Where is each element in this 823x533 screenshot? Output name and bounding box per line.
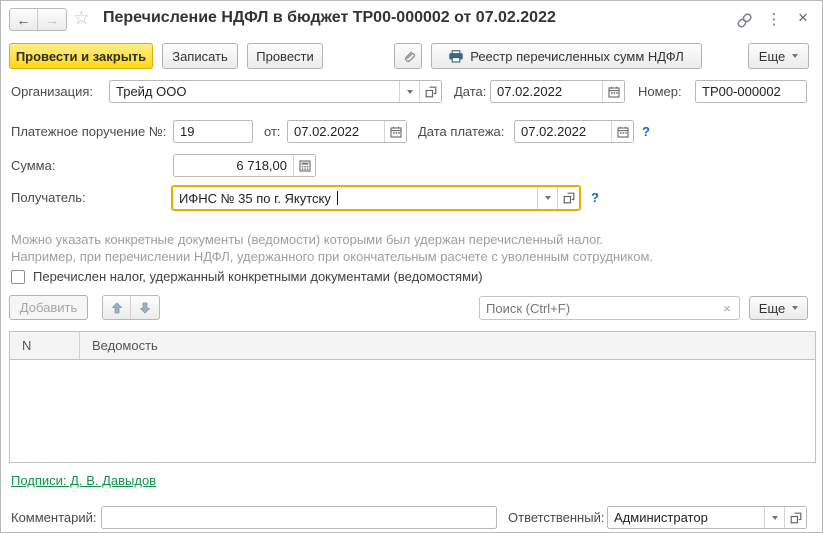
- list-more-label: Еще: [758, 300, 786, 316]
- payment-order-label: Платежное поручение №:: [11, 124, 167, 139]
- write-label: Записать: [172, 48, 228, 64]
- payment-date-calendar-button[interactable]: [611, 121, 633, 142]
- calendar-icon: [607, 86, 620, 98]
- organization-combo[interactable]: Трейд ООО: [109, 80, 442, 103]
- payment-order-date-calendar-button[interactable]: [384, 121, 406, 142]
- payment-order-date-field[interactable]: 07.02.2022: [287, 120, 407, 143]
- recipient-dropdown-button[interactable]: [537, 187, 557, 209]
- responsible-open-button[interactable]: [784, 507, 806, 528]
- register-report-label: Реестр перечисленных сумм НДФЛ: [470, 48, 684, 64]
- chevron-down-icon: [792, 54, 799, 58]
- comment-input[interactable]: [101, 506, 497, 529]
- printer-icon: [449, 49, 463, 63]
- register-report-button[interactable]: Реестр перечисленных сумм НДФЛ: [431, 43, 702, 69]
- responsible-combo[interactable]: Администратор: [607, 506, 807, 529]
- sum-field[interactable]: 6 718,00: [173, 154, 316, 177]
- date-value: 07.02.2022: [497, 84, 563, 99]
- move-row-group: [102, 295, 160, 320]
- table-header-row: N Ведомость: [10, 332, 815, 360]
- organization-label: Организация:: [11, 84, 94, 99]
- post-and-close-label: Провести и закрыть: [15, 48, 147, 64]
- favorite-star-icon[interactable]: ☆: [73, 8, 90, 30]
- date-label: Дата:: [454, 84, 487, 99]
- attachments-button[interactable]: [394, 43, 422, 69]
- recipient-open-button[interactable]: [557, 187, 579, 209]
- post-label: Провести: [256, 48, 314, 64]
- number-input[interactable]: [695, 80, 807, 103]
- payment-order-number-input[interactable]: [173, 120, 253, 143]
- open-item-icon: [425, 86, 436, 97]
- forward-button[interactable]: →: [38, 9, 66, 30]
- table-header-n: N: [10, 332, 80, 359]
- document-window: ← → ☆ Перечисление НДФЛ в бюджет ТР00-00…: [0, 0, 823, 533]
- search-clear-icon[interactable]: ×: [715, 301, 739, 316]
- open-item-icon: [563, 192, 574, 204]
- calendar-icon: [389, 126, 402, 138]
- tax-by-documents-checkbox-label[interactable]: Перечислен налог, удержанный конкретными…: [33, 269, 483, 285]
- add-row-button[interactable]: Добавить: [9, 295, 88, 320]
- date-field[interactable]: 07.02.2022: [490, 80, 625, 103]
- forward-icon: →: [45, 11, 59, 28]
- date-calendar-button[interactable]: [602, 81, 624, 102]
- open-item-icon: [790, 512, 801, 523]
- page-title: Перечисление НДФЛ в бюджет ТР00-000002 о…: [103, 9, 556, 26]
- history-nav-group: ← →: [9, 8, 67, 31]
- organization-value: Трейд ООО: [116, 84, 187, 99]
- sum-value: 6 718,00: [236, 158, 287, 173]
- hint-line-2: Например, при перечислении НДФЛ, удержан…: [11, 249, 654, 264]
- chevron-down-icon: [544, 196, 551, 200]
- recipient-label: Получатель:: [11, 190, 86, 205]
- organization-open-button[interactable]: [419, 81, 441, 102]
- more-menu-icon[interactable]: ⋮: [765, 10, 783, 28]
- chevron-down-icon: [406, 89, 413, 94]
- back-icon: ←: [16, 11, 31, 28]
- calculator-icon: [298, 159, 311, 172]
- move-row-up-button[interactable]: [103, 296, 131, 319]
- sum-calculator-button[interactable]: [293, 155, 315, 176]
- recipient-value: ИФНС № 35 по г. Якутску: [179, 190, 331, 206]
- back-button[interactable]: ←: [10, 9, 38, 30]
- chevron-down-icon: [771, 515, 778, 520]
- link-icon: [736, 12, 752, 28]
- text-cursor: [336, 191, 338, 205]
- recipient-help-icon[interactable]: ?: [591, 186, 599, 210]
- toolbar-more-label: Еще: [758, 48, 786, 64]
- get-link-button[interactable]: [733, 10, 755, 30]
- arrow-up-icon: [111, 301, 122, 313]
- arrow-down-icon: [139, 302, 151, 314]
- recipient-combo[interactable]: ИФНС № 35 по г. Якутску: [171, 185, 581, 211]
- post-and-close-button[interactable]: Провести и закрыть: [9, 43, 153, 69]
- number-label: Номер:: [638, 84, 682, 99]
- write-button[interactable]: Записать: [162, 43, 238, 69]
- toolbar-more-button[interactable]: Еще: [748, 43, 809, 69]
- responsible-value: Администратор: [614, 510, 708, 525]
- calendar-icon: [616, 126, 629, 138]
- post-button[interactable]: Провести: [247, 43, 323, 69]
- sum-label: Сумма:: [11, 158, 56, 173]
- table-body-empty[interactable]: [10, 360, 815, 463]
- move-row-down-button[interactable]: [131, 296, 159, 319]
- tax-by-documents-checkbox[interactable]: [11, 270, 25, 284]
- list-more-button[interactable]: Еще: [749, 296, 808, 320]
- payment-date-help-icon[interactable]: ?: [642, 120, 650, 143]
- search-input[interactable]: [480, 300, 715, 316]
- payment-date-value: 07.02.2022: [521, 124, 587, 139]
- vedomost-table: N Ведомость: [9, 331, 816, 463]
- chevron-down-icon: [792, 306, 799, 310]
- responsible-dropdown-button[interactable]: [764, 507, 784, 528]
- from-label: от:: [264, 124, 281, 139]
- payment-date-field[interactable]: 07.02.2022: [514, 120, 634, 143]
- table-header-vedomost: Ведомость: [92, 338, 158, 353]
- hint-line-1: Можно указать конкретные документы (ведо…: [11, 232, 604, 247]
- search-box: ×: [479, 296, 740, 320]
- organization-dropdown-button[interactable]: [399, 81, 419, 102]
- add-row-label: Добавить: [19, 300, 78, 315]
- payment-date-label: Дата платежа:: [418, 124, 505, 139]
- signatures-link[interactable]: Подписи: Д. В. Давыдов: [11, 473, 156, 488]
- payment-order-date-value: 07.02.2022: [294, 124, 360, 139]
- close-icon[interactable]: ×: [793, 8, 813, 28]
- comment-label: Комментарий:: [11, 510, 97, 525]
- paperclip-icon: [404, 50, 415, 62]
- responsible-label: Ответственный:: [508, 510, 605, 525]
